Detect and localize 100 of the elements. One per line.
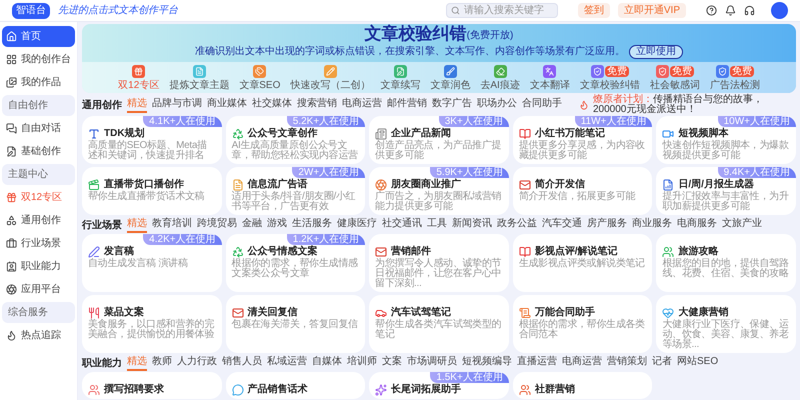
mail-icon [232, 307, 244, 319]
sidebar-item[interactable]: 自由对话 [2, 118, 75, 139]
tool-card[interactable]: 简介开发信 简介开发信，拓展更多可能 [512, 167, 652, 215]
people-icon [662, 246, 674, 258]
sidebar-item[interactable]: 我的作品 [2, 72, 75, 93]
use-now-button[interactable]: 立即使用 [629, 44, 683, 58]
tool-shortcut[interactable]: 文章校验纠错 [580, 80, 640, 91]
search-field[interactable]: 请输入搜索关键字 [446, 3, 558, 18]
tool-card[interactable]: 产品销售话术 [226, 372, 366, 399]
tool-card[interactable]: 3K+人在使用 企业产品新闻 创造产品亮点，为产品推广提供更多可能 [369, 116, 509, 164]
tool-card[interactable]: 大健康营销 大健康行业下医疗、保健、运动、饮食、美容、康复、养老等场景... [656, 295, 796, 353]
category-tab[interactable]: 商业媒体 [207, 97, 247, 113]
tool-shortcut[interactable]: 社会敏感词 [650, 80, 700, 91]
category-tab[interactable]: 邮件营销 [387, 97, 427, 113]
sidebar-item[interactable]: 热点追踪 [2, 325, 75, 346]
category-tab[interactable]: 文案 [382, 355, 402, 371]
category-tab[interactable]: 生活服务 [292, 217, 332, 233]
sidebar-item[interactable]: 首页 [2, 26, 75, 47]
tool-card[interactable]: 9.4K+人在使用 日/周/月报生成器 提升汇报效率与丰富性，为升职加薪提供更多可能 [656, 167, 796, 215]
usage-badge: 4.2K+人在使用 [143, 234, 222, 245]
category-tab[interactable]: 营销策划 [607, 355, 647, 371]
shield-icon [656, 65, 669, 78]
tool-card[interactable]: 1.5K+人在使用 长尾词拓展助手 [369, 372, 509, 399]
shield-icon [590, 65, 604, 78]
category-tab[interactable]: 市场调研员 [407, 355, 457, 371]
category-tab[interactable]: 搜索营销 [297, 97, 337, 113]
tool-shortcut[interactable]: 去AI痕迹 [480, 80, 520, 91]
category-tab[interactable]: 网站SEO [677, 355, 718, 371]
category-tab[interactable]: 文旅产业 [722, 217, 762, 233]
free-badge: 免费 [604, 66, 629, 77]
sidebar-item[interactable]: 基础创作 [2, 141, 75, 162]
tool-shortcut[interactable]: 提炼文章主题 [169, 80, 230, 91]
sidebar-item[interactable]: 通用创作 [2, 210, 75, 231]
category-tab[interactable]: 新闻资讯 [452, 217, 492, 233]
category-tab[interactable]: 人力行政 [177, 355, 217, 371]
tool-card[interactable]: 菜品文案 美食服务，以口感和营养的完美融合，提供愉悦的用餐体验 [82, 295, 222, 353]
report-icon [662, 179, 674, 191]
category-tab[interactable]: 短视频编导 [462, 355, 512, 371]
tool-card[interactable]: 撰写招聘要求 [82, 372, 222, 399]
tool-card[interactable]: 汽车试驾笔记 帮你生成各类汽车试驾类型的笔记 [369, 295, 509, 353]
tool-shortcut[interactable]: 文章润色 [430, 80, 470, 91]
category-tab[interactable]: 教师 [152, 355, 172, 371]
home-icon [6, 31, 17, 42]
category-tab[interactable]: 直播运营 [517, 355, 557, 371]
tool-card[interactable]: 4.1K+人在使用 TDK规划 高质量的SEO标题、Meta描述和关键词，快速提升排名 [82, 116, 222, 164]
tool-card[interactable]: 清关回复信 包裹在海关滞关，答复回复信 [226, 295, 366, 353]
sidebar-item[interactable]: 行业场景 [2, 233, 75, 254]
tool-card[interactable]: 5.9K+人在使用 朋友圈商业推广 广而告之，为朋友圈私域营销能力提供更多可能 [369, 167, 509, 215]
category-tab[interactable]: 工具 [427, 217, 447, 233]
usage-badge: 2W+人在使用 [292, 167, 366, 178]
tool-shortcut[interactable]: 广告法检测 [710, 80, 760, 91]
sidebar-item[interactable]: 应用平台 [2, 279, 75, 300]
category-tab[interactable]: 汽车交通 [542, 217, 582, 233]
category-tab[interactable]: 电商服务 [677, 217, 717, 233]
category-tab[interactable]: 数字广告 [432, 97, 472, 113]
category-tab[interactable]: 跨境贸易 [197, 217, 237, 233]
category-tab[interactable]: 健康医疗 [337, 217, 377, 233]
help-icon[interactable] [706, 5, 717, 16]
category-tab[interactable]: 政务公益 [497, 217, 537, 233]
category-tab[interactable]: 社交媒体 [252, 97, 292, 113]
tool-card[interactable]: 11W+人在使用 小红书万能笔记 提供更多分享灵感，为内容收藏提供更多可能 [512, 116, 652, 164]
category-tab[interactable]: 游戏 [267, 217, 287, 233]
avatar[interactable] [771, 2, 788, 19]
category-tab[interactable]: 金融 [242, 217, 262, 233]
category-tab[interactable]: 商业服务 [632, 217, 672, 233]
tool-shortcut[interactable]: 快速改写（二创） [290, 80, 370, 91]
category-tab[interactable]: 电商运营 [562, 355, 602, 371]
tool-shortcut[interactable]: 文本翻译 [530, 80, 570, 91]
tool-shortcut[interactable]: 文章续写 [380, 80, 420, 91]
tool-shortcut[interactable]: 文章SEO [239, 80, 280, 91]
tool-card[interactable]: 直播带货口播创作 帮你生成直播带货话术文稿 [82, 167, 222, 215]
sidebar-item[interactable]: 双12专区 [2, 187, 75, 208]
tool-card[interactable]: 万能合同助手 根据你的需求，帮你生成各类合同范本 [512, 295, 652, 353]
category-tab[interactable]: 房产服务 [587, 217, 627, 233]
sidebar-item[interactable]: 职业能力 [2, 256, 75, 277]
tool-card[interactable]: 4.2K+人在使用 发言稿 自动生成发言稿 演讲稿 [82, 234, 222, 292]
eraser-icon [494, 65, 507, 78]
category-tab[interactable]: 合同助手 [522, 97, 562, 113]
tool-card[interactable]: 5.2K+人在使用 公众号文章创作 AI生成高质量原创公众号文章，帮助您轻松实现内容运营 [226, 116, 366, 164]
tool-card[interactable]: 旅游攻略 根据您的目的地，提供自驾路线、花费、住宿、美食的攻略 [656, 234, 796, 292]
category-tab[interactable]: 电商运营 [342, 97, 382, 113]
category-tab[interactable]: 销售人员 [222, 355, 262, 371]
headset-icon[interactable] [744, 5, 755, 16]
category-tab[interactable]: 职场办公 [477, 97, 517, 113]
tool-card[interactable]: 社群营销 [512, 372, 652, 399]
category-tab[interactable]: 记者 [652, 355, 672, 371]
tool-card[interactable]: 2W+人在使用 信息流广告语 适用于头条/抖音/朋友圈/小红书等平台，广告更有效 [226, 167, 366, 215]
category-tab[interactable]: 培训师 [347, 355, 377, 371]
sidebar-item[interactable]: 我的创作台 [2, 49, 75, 70]
bell-icon[interactable] [725, 5, 736, 16]
tool-card[interactable]: 10W+人在使用 短视频脚本 快速创作短视频脚本，为爆款视频提供更多可能 [656, 116, 796, 164]
tool-card[interactable]: 影视点评/解说笔记 生成影视点评类或解说类笔记 [512, 234, 652, 292]
category-tab[interactable]: 私域运营 [267, 355, 307, 371]
tool-card[interactable]: 1.2K+人在使用 公众号情感文案 根据你的需求，帮你生成情感文案类公众号文章 [226, 234, 366, 292]
category-tab[interactable]: 自媒体 [312, 355, 342, 371]
tool-card[interactable]: 营销邮件 为您撰写令人感动、诚挚的节日祝福邮件，让您在客户心中留下深刻... [369, 234, 509, 292]
category-tab[interactable]: 教育培训 [152, 217, 192, 233]
category-tab[interactable]: 社交通讯 [382, 217, 422, 233]
category-tab[interactable]: 品牌与市调 [152, 97, 202, 113]
logo[interactable]: 智语台 [12, 2, 50, 18]
